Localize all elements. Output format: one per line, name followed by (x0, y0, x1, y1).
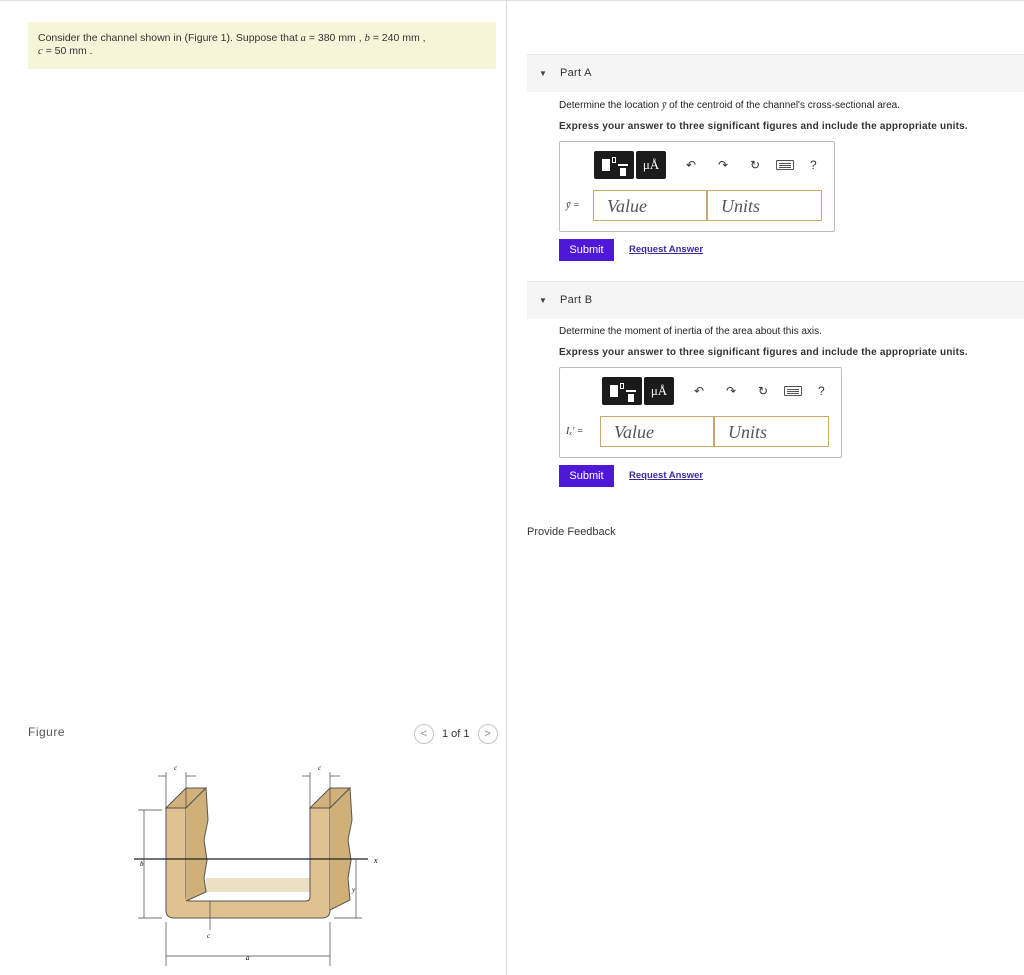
part-b-variable-label: Iₓ' = (566, 426, 584, 437)
left-jagged-edge (185, 786, 209, 902)
part-a-answer-box: μÅ ↶ ↷ ↻ ? ȳ = Value Units (559, 141, 835, 232)
part-b-submit-button[interactable]: Submit (559, 465, 614, 487)
statement-text: Consider the channel shown in (Figure 1)… (38, 32, 301, 44)
part-a-question: Determine the location ȳ of the centroid… (559, 100, 901, 111)
part-a-header[interactable]: ▼ Part A (527, 54, 1024, 92)
unit-b: mm (402, 32, 420, 44)
label-y: y (351, 886, 356, 894)
undo-icon[interactable]: ↶ (692, 384, 706, 398)
templates-button[interactable] (602, 377, 642, 405)
label-a: a (246, 954, 250, 962)
keyboard-icon[interactable] (776, 160, 794, 170)
redo-icon[interactable]: ↷ (724, 384, 738, 398)
part-a-variable-label: ȳ = (566, 200, 580, 211)
web-inner-face (206, 878, 310, 892)
units-symbol-button[interactable]: μÅ (636, 151, 666, 179)
label-x: x (373, 856, 378, 865)
part-b-units-input[interactable]: Units (714, 416, 829, 447)
prev-figure-button[interactable]: < (414, 724, 434, 744)
part-a-request-answer-link[interactable]: Request Answer (629, 244, 703, 255)
figure-pager: < 1 of 1 > (414, 724, 498, 744)
part-b-header[interactable]: ▼ Part B (527, 281, 1024, 319)
top-border (0, 0, 1024, 1)
right-jagged-edge (329, 786, 353, 911)
part-b-question: Determine the moment of inertia of the a… (559, 326, 822, 337)
part-b-request-answer-link[interactable]: Request Answer (629, 470, 703, 481)
part-b-collapse-icon[interactable]: ▼ (539, 296, 547, 305)
provide-feedback-link[interactable]: Provide Feedback (527, 526, 616, 538)
reset-icon[interactable]: ↻ (748, 158, 762, 172)
label-c-bottom: c (207, 932, 211, 940)
part-b-toolbar: μÅ ↶ ↷ ↻ ? (602, 376, 825, 406)
templates-button[interactable] (594, 151, 634, 179)
part-a-units-input[interactable]: Units (707, 190, 822, 221)
help-icon[interactable]: ? (810, 158, 817, 172)
help-icon[interactable]: ? (818, 384, 825, 398)
value-c: = 50 (42, 45, 70, 57)
redo-icon[interactable]: ↷ (716, 158, 730, 172)
panel-divider (506, 0, 507, 975)
label-b: b (140, 860, 144, 868)
part-a-title: Part A (560, 67, 592, 79)
unit-a: mm (338, 32, 356, 44)
reset-icon[interactable]: ↻ (756, 384, 770, 398)
part-b-value-input[interactable]: Value (600, 416, 714, 447)
units-symbol-button[interactable]: μÅ (644, 377, 674, 405)
part-b-title: Part B (560, 294, 593, 306)
part-a-collapse-icon[interactable]: ▼ (539, 69, 547, 78)
keyboard-icon[interactable] (784, 386, 802, 396)
part-a-instruction: Express your answer to three significant… (559, 121, 968, 132)
part-a-toolbar: μÅ ↶ ↷ ↻ ? (594, 150, 817, 180)
value-a: = 380 (305, 32, 339, 44)
undo-icon[interactable]: ↶ (684, 158, 698, 172)
unit-c: mm (69, 45, 87, 57)
label-c-left: c (174, 764, 178, 772)
part-b-instruction: Express your answer to three significant… (559, 347, 968, 358)
part-a-submit-button[interactable]: Submit (559, 239, 614, 261)
channel-figure: x c c b y c a (134, 764, 378, 966)
figure-count: 1 of 1 (442, 728, 470, 740)
next-figure-button[interactable]: > (477, 724, 498, 744)
problem-statement: Consider the channel shown in (Figure 1)… (28, 22, 496, 69)
figure-title: Figure (28, 725, 66, 739)
label-c-right: c (318, 764, 322, 772)
part-a-value-input[interactable]: Value (593, 190, 707, 221)
part-b-answer-box: μÅ ↶ ↷ ↻ ? Iₓ' = Value Units (559, 367, 842, 458)
value-b: = 240 (369, 32, 403, 44)
